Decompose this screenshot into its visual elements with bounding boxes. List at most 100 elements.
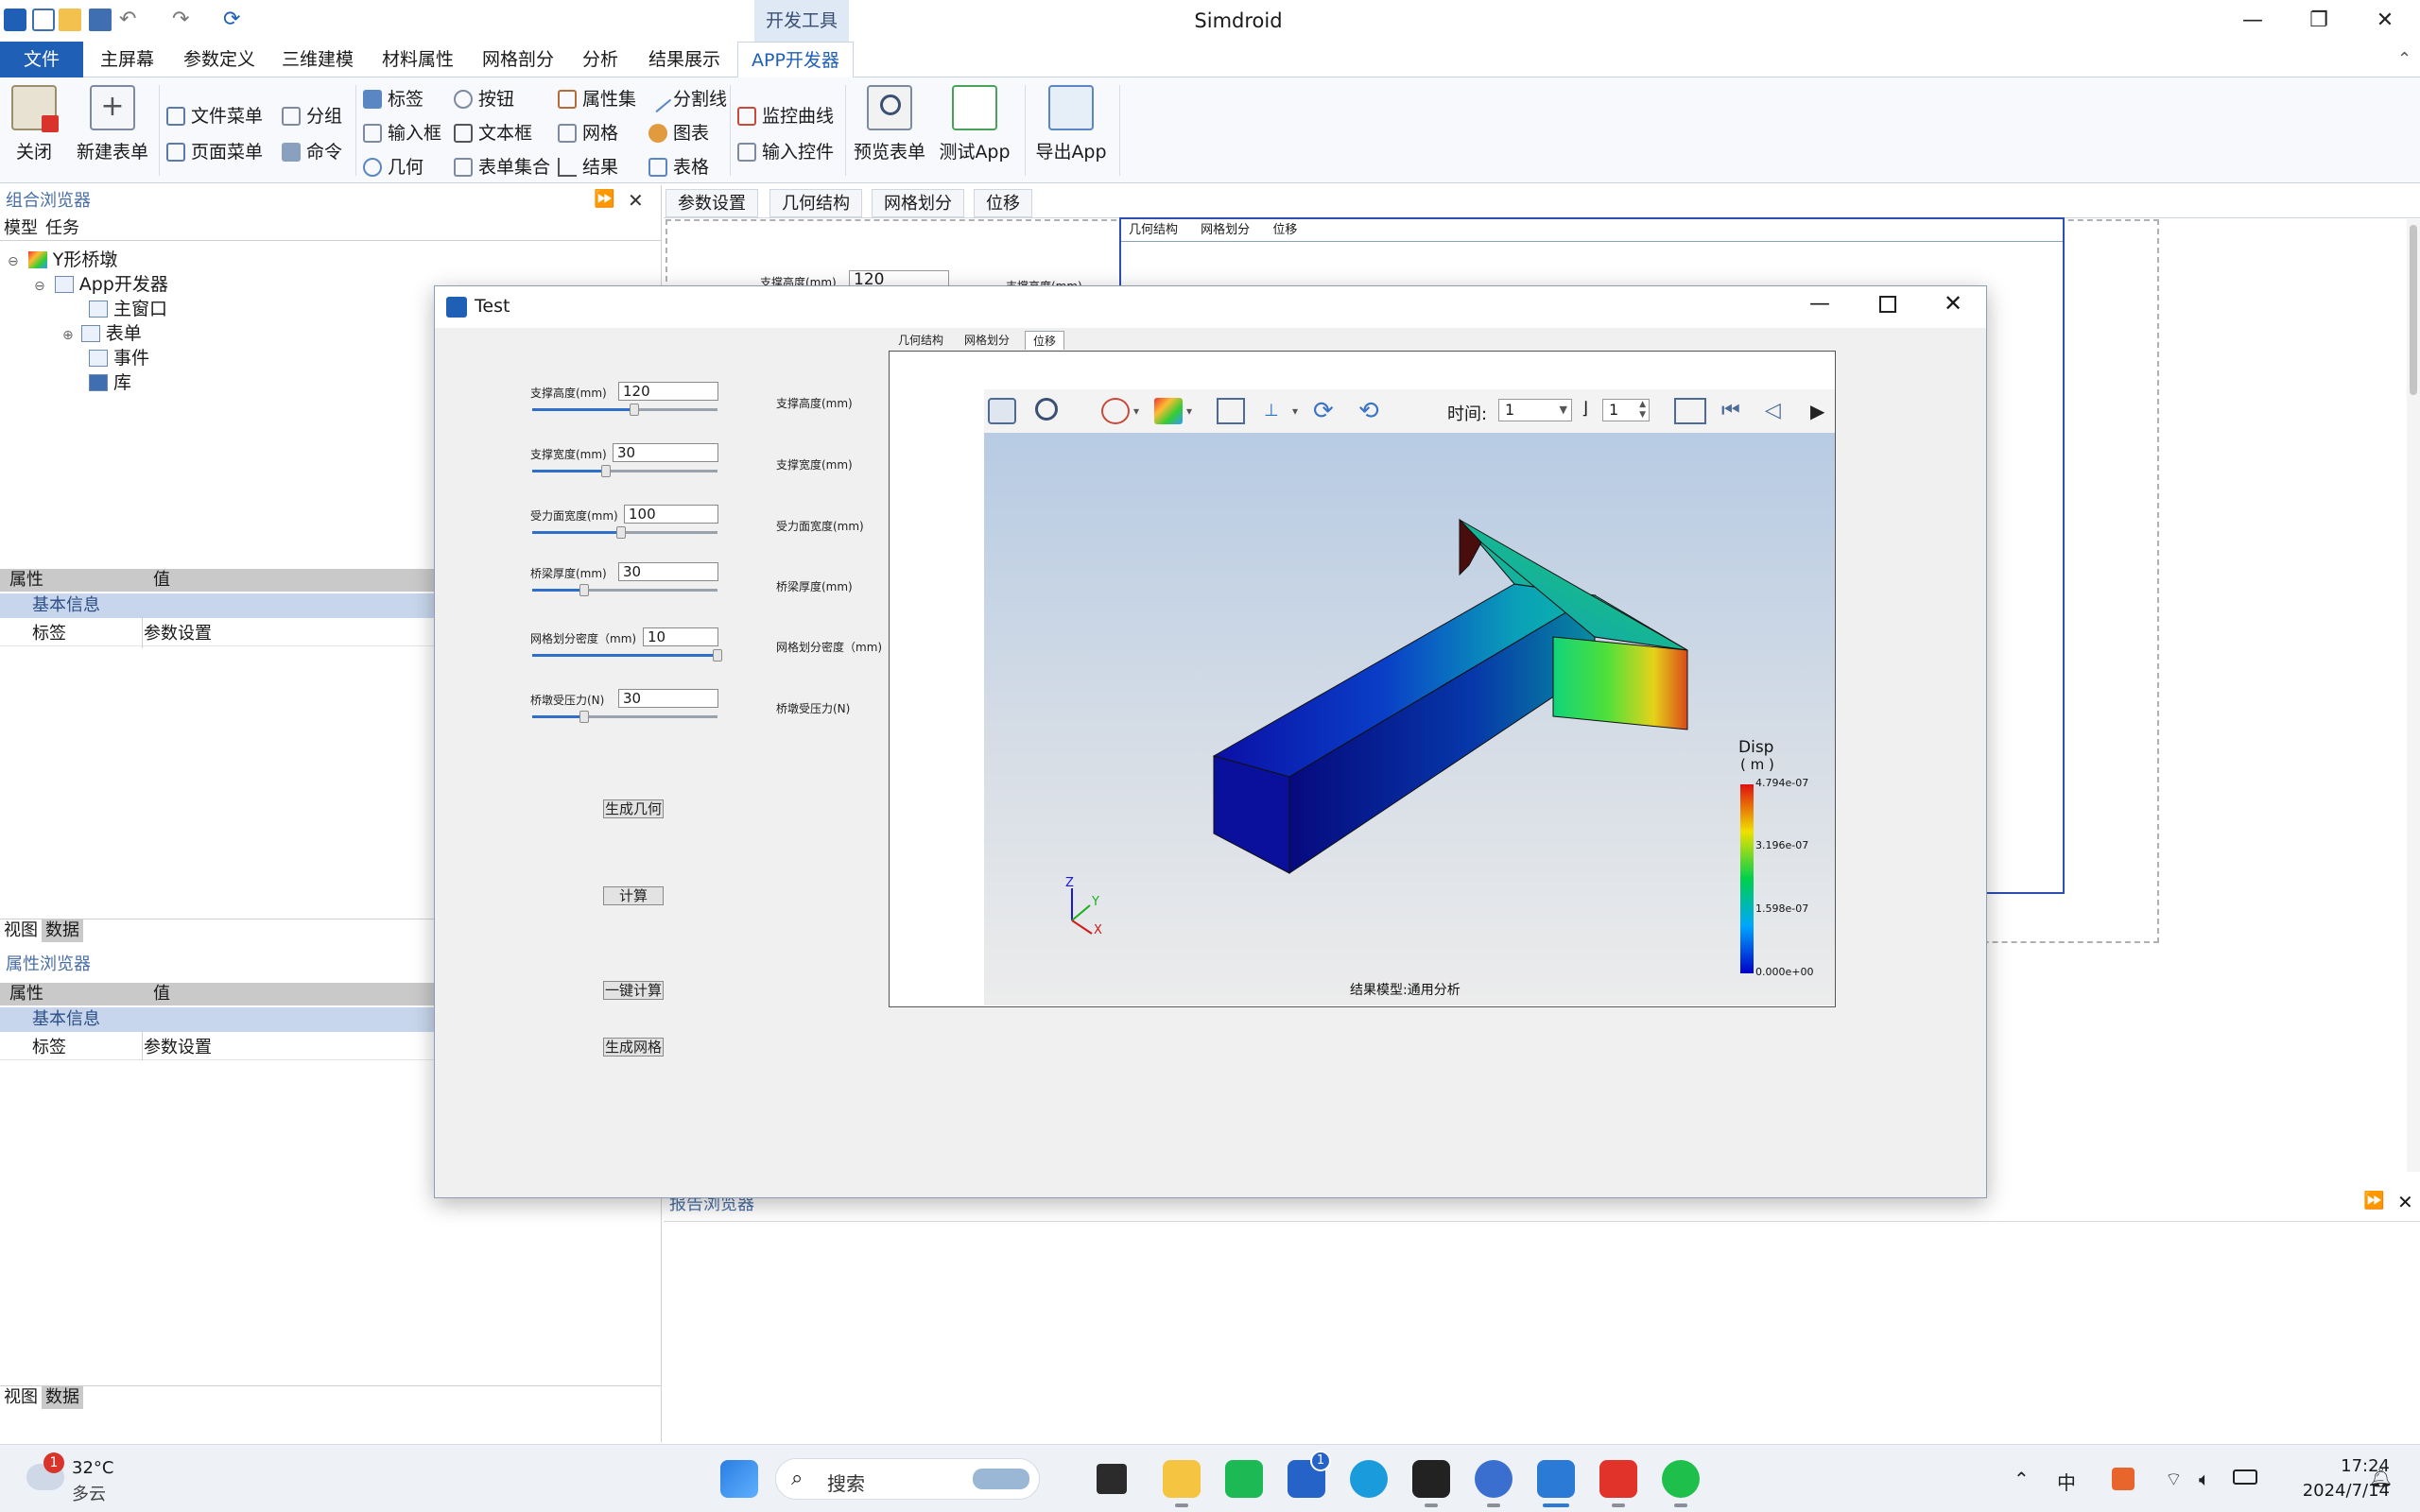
param-slider[interactable] [532,711,717,723]
close-panel-icon[interactable]: ✕ [2397,1191,2413,1213]
tab-data[interactable]: 数据 [42,1386,83,1409]
tab-view[interactable]: 视图 [0,919,42,942]
notification-bell-icon[interactable]: 🔔︎ [2369,1466,2393,1488]
table-button[interactable]: 表格 [648,153,709,181]
collapse-icon[interactable]: ⊖ [8,254,19,269]
undo-icon[interactable]: ↶ [119,9,142,31]
tab-data[interactable]: 数据 [42,919,83,942]
page-menu-button[interactable]: 页面菜单 [166,138,263,166]
generate-mesh-button[interactable]: 生成网格 [603,1038,664,1057]
tab-analysis[interactable]: 分析 [569,42,631,77]
file-explorer-icon[interactable] [1163,1460,1201,1498]
designer-tab-geometry[interactable]: 几何结构 [769,189,862,217]
param-input[interactable]: 30 [618,689,718,708]
form-set-button[interactable]: 表单集合 [454,153,550,181]
task-view-icon[interactable] [1097,1464,1127,1494]
tree-library-item[interactable]: 库 [89,370,131,395]
preview-tab[interactable]: 位移 [1272,223,1297,237]
designer-tab-params[interactable]: 参数设置 [666,189,758,217]
close-button[interactable]: ✕ [2352,0,2418,42]
command-button[interactable]: 命令 [282,138,342,166]
one-click-compute-button[interactable]: 一键计算 [603,981,664,1000]
viewer-tab-displacement[interactable]: 位移 [1025,331,1065,350]
previous-frame-icon[interactable]: ◁ [1765,398,1793,424]
viewer-tab-geometry[interactable]: 几何结构 [890,331,951,350]
dropdown-arrow-icon[interactable]: ▾ [1133,398,1147,424]
slider-knob[interactable] [601,465,611,477]
volume-icon[interactable]: 🔈︎ [2199,1468,2210,1490]
sogou-icon[interactable] [2112,1468,2135,1490]
group-button[interactable]: 分组 [282,102,342,130]
refresh-icon[interactable]: ⟳ [223,9,246,31]
float-panel-icon[interactable]: ⏩ [2363,1191,2384,1211]
dropdown-arrow-icon[interactable]: ▾ [1186,398,1200,424]
rotate-ccw-icon[interactable]: ⟲ [1358,398,1387,424]
axes-view-icon[interactable]: ⊥ [1264,398,1292,424]
tab-mesh[interactable]: 网格剖分 [469,42,567,77]
dialog-close-button[interactable]: ✕ [1944,290,1962,317]
wechat-work-icon[interactable] [1225,1460,1263,1498]
color-map-icon[interactable] [1154,398,1183,424]
close-panel-icon[interactable]: ✕ [628,189,644,212]
search-box[interactable]: ⌕ 搜索 [775,1458,1040,1500]
param-input[interactable]: 120 [618,382,718,401]
mesh-widget-button[interactable]: 网格 [558,119,618,147]
compute-button[interactable]: 计算 [603,886,664,905]
scrollbar-thumb[interactable] [2410,225,2417,395]
wechat-icon[interactable] [1662,1460,1700,1498]
next-frame-icon[interactable]: ▶ [1810,398,1829,424]
dropdown-arrow-icon[interactable]: ▾ [1292,398,1305,424]
spin-arrows-icon[interactable]: ▲ ▼ [1639,400,1646,421]
dialog-maximize-button[interactable] [1879,296,1896,313]
test-app-button[interactable]: 测试App [936,81,1013,176]
tab-results[interactable]: 结果展示 [635,42,734,77]
ime-indicator[interactable]: 中 [2057,1468,2076,1495]
tree-main-window-item[interactable]: 主窗口 [89,297,167,321]
tab-material[interactable]: 材料属性 [369,42,467,77]
preview-form-button[interactable]: 预览表单 [851,81,928,176]
slider-knob[interactable] [616,526,626,539]
float-panel-icon[interactable]: ⏩ [594,189,614,209]
tree-app-dev-item[interactable]: ⊖ App开发器 [34,272,168,297]
designer-tab-displacement[interactable]: 位移 [974,189,1032,217]
preview-tab[interactable]: 几何结构 [1129,223,1178,237]
expand-icon[interactable]: ⊕ [62,328,74,343]
new-file-icon[interactable] [32,9,55,31]
app-g-icon[interactable] [1412,1460,1450,1498]
vertical-scrollbar[interactable] [2407,219,2420,1172]
divider-button[interactable]: 分割线 [644,85,727,113]
geometry-button[interactable]: 几何 [363,153,424,181]
tab-file[interactable]: 文件 [0,42,83,77]
minimize-button[interactable]: — [2220,0,2286,42]
collapse-icon[interactable]: ⊖ [34,279,45,294]
record-video-icon[interactable] [1674,398,1706,424]
grid2-row-value[interactable]: 参数设置 [144,1036,212,1060]
tree-root-item[interactable]: ⊖ Y形桥墩 [8,248,117,272]
param-slider[interactable] [532,649,722,662]
weather-desc[interactable]: 多云 [72,1481,106,1505]
chevron-up-icon[interactable]: ⌃ [2014,1468,2030,1490]
result-viewport[interactable]: Z Y X Disp ( m ) 4.794e-07 3.196e-07 1.5… [984,433,1835,1005]
slider-knob[interactable] [630,404,639,416]
rotate-cw-icon[interactable]: ⟳ [1313,398,1341,424]
input-box-button[interactable]: 输入框 [363,119,441,147]
param-slider[interactable] [532,526,717,539]
generate-geometry-button[interactable]: 生成几何 [603,799,664,818]
file-menu-button[interactable]: 文件菜单 [166,102,263,130]
edge-icon[interactable] [1350,1460,1388,1498]
param-input[interactable]: 30 [613,443,718,462]
chart-button[interactable]: 图表 [648,119,709,147]
slider-knob[interactable] [579,584,589,596]
export-app-button[interactable]: 导出App [1030,81,1112,176]
text-box-button[interactable]: 文本框 [454,119,532,147]
preview-tab[interactable]: 网格划分 [1201,223,1250,237]
tree-form-item[interactable]: ⊕ 表单 [62,321,142,346]
param-input[interactable]: 10 [643,627,718,646]
input-control-button[interactable]: 输入控件 [737,138,834,166]
button-widget-button[interactable]: 按钮 [454,85,514,113]
collapse-ribbon-icon[interactable]: ⌃ [2397,49,2411,69]
battery-icon[interactable] [2233,1469,2257,1485]
param-input[interactable]: 100 [624,505,718,524]
restore-button[interactable]: ❐ [2286,0,2352,42]
result-widget-button[interactable]: 结果 [558,153,618,181]
